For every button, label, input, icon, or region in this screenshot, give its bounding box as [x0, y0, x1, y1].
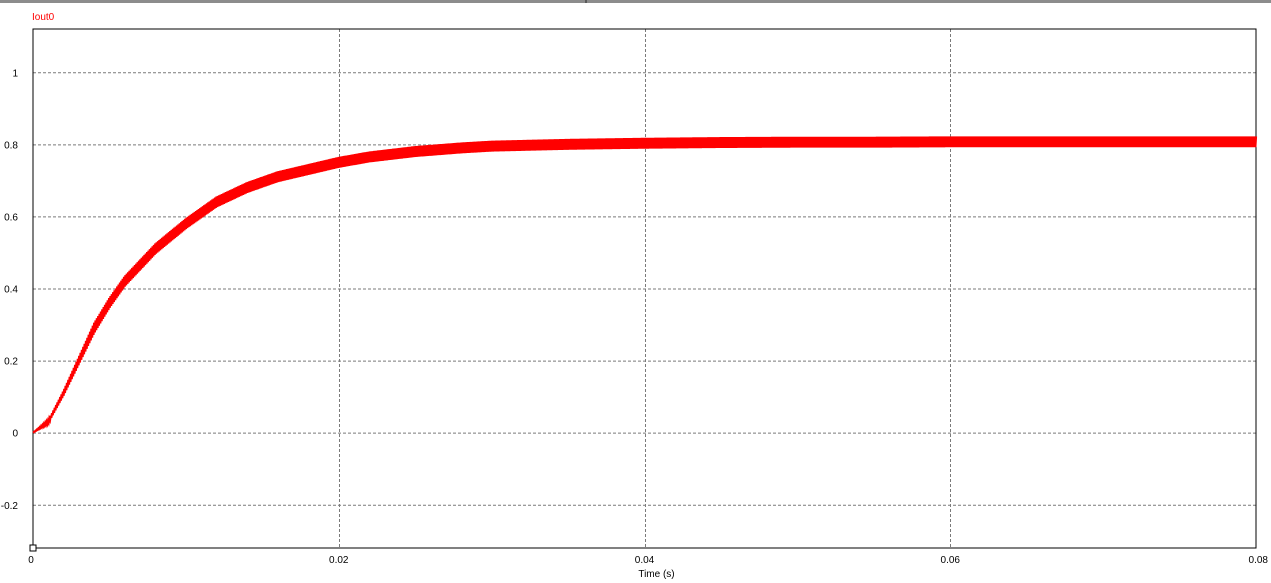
y-tick-label: 0.2: [4, 357, 18, 368]
x-axis-label: Time (s): [638, 569, 674, 580]
series-label[interactable]: Iout0: [32, 12, 55, 23]
x-tick-label: 0.02: [329, 555, 349, 566]
y-tick-label: 0.6: [4, 212, 18, 223]
series-line: [32, 136, 1258, 434]
y-tick-label: 0: [12, 429, 18, 440]
x-tick-label: 0.06: [941, 555, 961, 566]
y-tick-label: 1: [12, 68, 18, 79]
grid: [33, 29, 1256, 548]
series-layer: [32, 136, 1258, 434]
y-tick-label: -0.2: [1, 501, 19, 512]
origin-marker[interactable]: [29, 544, 37, 552]
x-tick-label: 0: [28, 555, 34, 566]
x-tick-label: 0.04: [635, 555, 655, 566]
y-tick-label: 0.8: [4, 140, 18, 151]
x-tick-label: 0.08: [1249, 555, 1269, 566]
y-tick-label: 0.4: [4, 285, 18, 296]
chart[interactable]: -0.2 0 0.2 0.4 0.6 0.8 1 0 0.02 0.04 0.06 0.08 Iout…: [0, 0, 1271, 583]
